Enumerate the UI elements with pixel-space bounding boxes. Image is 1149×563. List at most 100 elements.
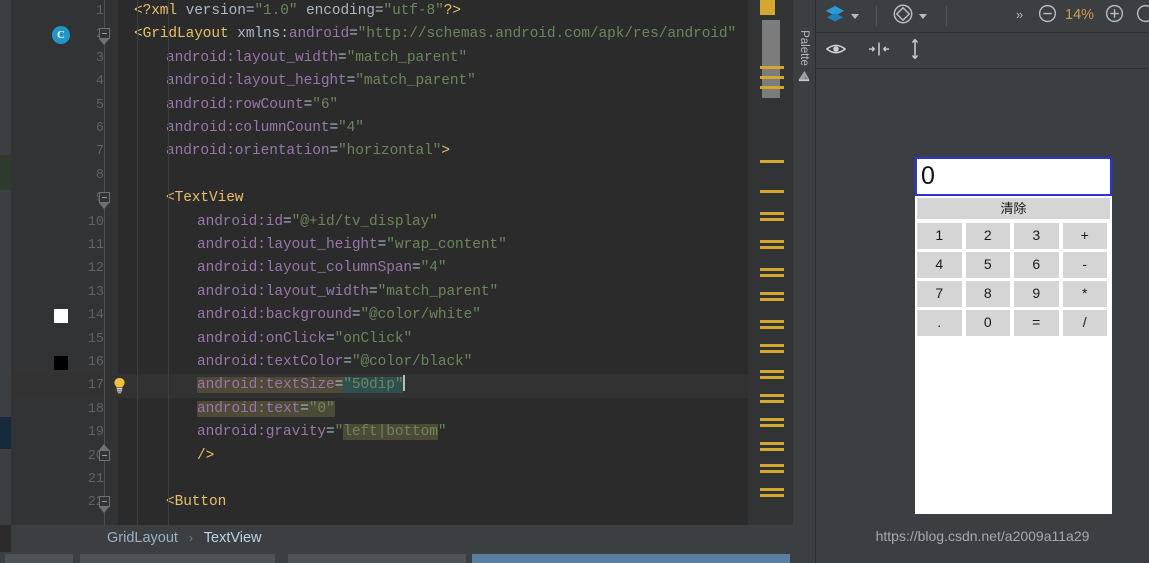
code-token: =: [326, 424, 335, 441]
clear-button[interactable]: 清除: [917, 198, 1110, 219]
visibility-toggle-button[interactable]: [825, 35, 847, 67]
warning-stripe-mark[interactable]: [760, 350, 784, 353]
vcs-change-strip: [0, 0, 11, 525]
warning-stripe-mark[interactable]: [760, 218, 784, 221]
code-token: android: [288, 26, 350, 43]
warning-stripe-mark[interactable]: [760, 470, 784, 473]
zoom-out-button[interactable]: [1038, 0, 1057, 32]
warning-stripe-mark[interactable]: [760, 320, 784, 323]
code-line[interactable]: android:onClick="onClick": [118, 328, 412, 351]
calculator-key[interactable]: 4: [917, 252, 962, 278]
warning-stripe-mark[interactable]: [760, 376, 784, 379]
calculator-key[interactable]: /: [1062, 310, 1107, 336]
code-line[interactable]: [118, 164, 134, 187]
warning-stripe-mark[interactable]: [760, 424, 784, 427]
bottom-tab-3[interactable]: [288, 554, 466, 563]
calculator-key[interactable]: +: [1062, 223, 1107, 249]
code-line[interactable]: <?xml version="1.0" encoding="utf-8"?>: [118, 0, 461, 23]
color-preview-swatch[interactable]: [54, 309, 68, 324]
code-line[interactable]: android:rowCount="6": [118, 94, 338, 117]
code-line[interactable]: android:layout_height="match_parent": [118, 70, 476, 93]
code-line[interactable]: />: [118, 445, 214, 468]
bottom-tab-active[interactable]: [472, 554, 790, 563]
warning-stripe-mark[interactable]: [760, 442, 784, 445]
editor-bottom-tabs[interactable]: [0, 552, 793, 563]
warning-stripe-mark[interactable]: [760, 370, 784, 373]
zoom-fit-button[interactable]: [1136, 0, 1149, 32]
align-vertical-button[interactable]: [908, 35, 922, 67]
calculator-key[interactable]: 2: [965, 223, 1010, 249]
warning-stripe-mark[interactable]: [760, 274, 784, 277]
code-line[interactable]: <GridLayout xmlns:android="http://schema…: [118, 23, 736, 46]
design-canvas[interactable]: 0 清除 1 2 3 +4 5 6-7 8 9 *. 0 = /: [816, 69, 1149, 563]
layers-button[interactable]: [824, 0, 859, 32]
warning-stripe-mark[interactable]: [760, 494, 784, 497]
bottom-tab-2[interactable]: [80, 554, 275, 563]
align-horizontal-button[interactable]: [868, 35, 890, 67]
device-preview[interactable]: 0 清除 1 2 3 +4 5 6-7 8 9 *. 0 = /: [915, 157, 1112, 514]
calculator-key[interactable]: 9: [1014, 281, 1059, 307]
vcs-modified-marker[interactable]: [0, 417, 11, 449]
color-preview-swatch[interactable]: [54, 356, 68, 370]
breadcrumb-root[interactable]: GridLayout: [107, 530, 178, 546]
warning-stripe-mark[interactable]: [760, 400, 784, 403]
warning-stripe-mark[interactable]: [760, 464, 784, 467]
warning-stripe-mark[interactable]: [760, 246, 784, 249]
warning-stripe-mark[interactable]: [760, 268, 784, 271]
calculator-key[interactable]: 8: [965, 281, 1010, 307]
fold-start-icon[interactable]: [99, 28, 110, 40]
code-line[interactable]: android:background="@color/white": [118, 304, 481, 327]
warning-stripe-mark[interactable]: [760, 298, 784, 301]
code-text-area[interactable]: <?xml version="1.0" encoding="utf-8"?> <G…: [118, 0, 748, 525]
breadcrumb-leaf[interactable]: TextView: [204, 530, 262, 546]
warning-stripe-mark[interactable]: [760, 344, 784, 347]
warning-stripe-mark[interactable]: [760, 190, 784, 193]
display-textview[interactable]: 0: [915, 157, 1112, 196]
warning-stripe-mark[interactable]: [760, 76, 784, 79]
warning-stripe-mark[interactable]: [760, 160, 784, 163]
code-line[interactable]: android:textColor="@color/black": [118, 351, 472, 374]
warning-stripe-mark[interactable]: [760, 418, 784, 421]
fold-start-icon[interactable]: [99, 496, 110, 508]
orientation-button[interactable]: [892, 0, 927, 32]
code-line[interactable]: android:textSize="50dip": [118, 374, 405, 397]
vcs-added-marker[interactable]: [0, 155, 11, 190]
calculator-key[interactable]: .: [917, 310, 962, 336]
warning-stripe-mark[interactable]: [760, 394, 784, 397]
palette-tool-tab[interactable]: Palette: [793, 0, 816, 563]
warning-stripe-mark[interactable]: [760, 86, 784, 89]
warning-stripe-mark[interactable]: [760, 212, 784, 215]
breadcrumb[interactable]: GridLayout › TextView: [11, 525, 793, 552]
calculator-key[interactable]: 0: [965, 310, 1010, 336]
calculator-key[interactable]: 3: [1014, 223, 1059, 249]
bottom-tab-1[interactable]: [5, 554, 73, 563]
fold-start-icon[interactable]: [99, 192, 110, 204]
error-stripe[interactable]: [748, 0, 793, 525]
warning-stripe-mark[interactable]: [760, 326, 784, 329]
warning-stripe-mark[interactable]: [760, 448, 784, 451]
code-line[interactable]: android:layout_height="wrap_content": [118, 234, 507, 257]
warning-stripe-mark[interactable]: [760, 488, 784, 491]
calculator-key[interactable]: 1: [917, 223, 962, 249]
lightbulb-icon[interactable]: [112, 377, 127, 394]
calculator-key[interactable]: 5: [965, 252, 1010, 278]
code-line[interactable]: android:layout_width="match_parent": [118, 281, 498, 304]
calculator-key[interactable]: *: [1062, 281, 1107, 307]
calculator-key[interactable]: 7: [917, 281, 962, 307]
code-line[interactable]: <Button: [118, 491, 226, 514]
code-token: android:layout_width: [166, 49, 339, 66]
warning-stripe-mark[interactable]: [760, 66, 784, 69]
calculator-key[interactable]: -: [1062, 252, 1107, 278]
calculator-key[interactable]: 6: [1014, 252, 1059, 278]
zoom-in-button[interactable]: [1105, 0, 1124, 32]
calculator-key[interactable]: =: [1014, 310, 1059, 336]
toolbar-overflow-button[interactable]: »: [1016, 7, 1023, 22]
warning-stripe-mark[interactable]: [760, 292, 784, 295]
code-line[interactable]: android:text="0": [118, 398, 335, 421]
code-line[interactable]: [118, 468, 134, 491]
warning-stripe-mark[interactable]: [760, 240, 784, 243]
code-line[interactable]: android:id="@+id/tv_display": [118, 211, 438, 234]
fold-end-icon[interactable]: [99, 449, 110, 461]
code-line[interactable]: android:layout_width="match_parent": [118, 47, 467, 70]
code-line[interactable]: android:columnCount="4": [118, 117, 364, 140]
